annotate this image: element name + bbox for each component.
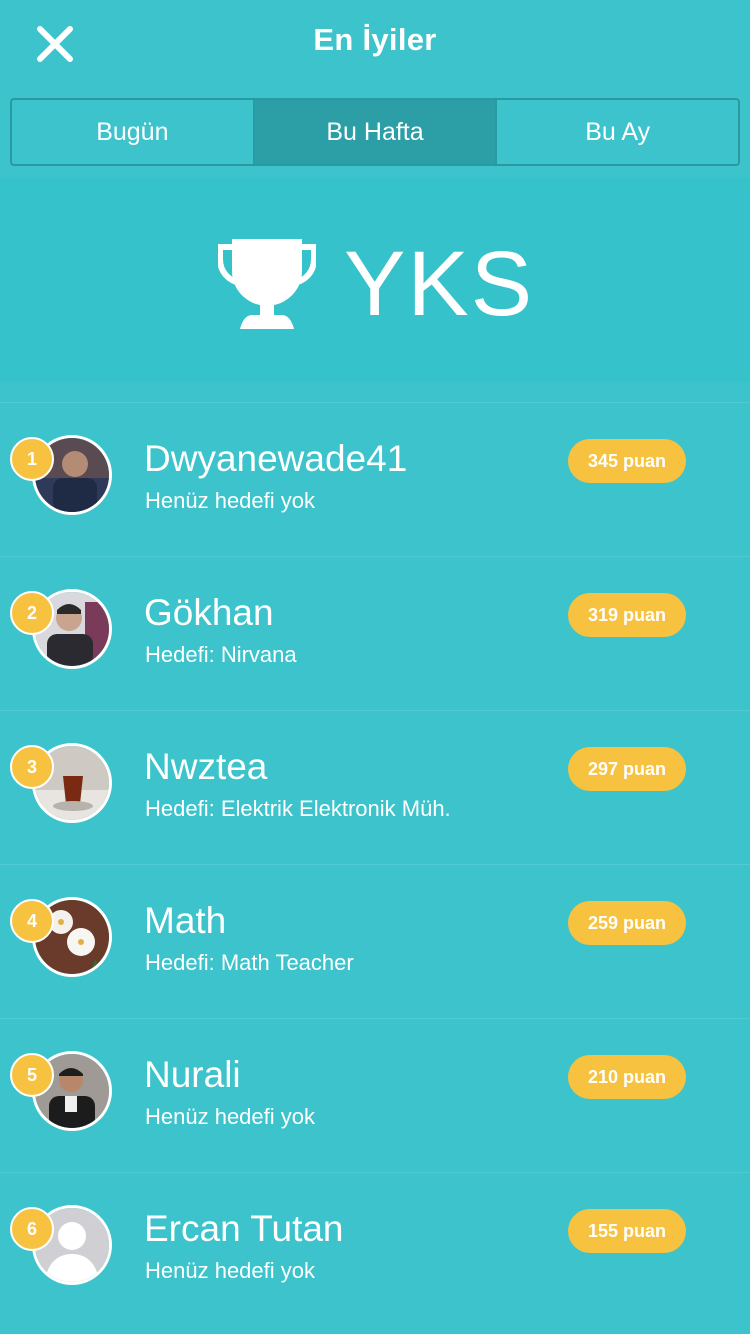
rank-badge: 2 [10,591,54,635]
score-badge: 297 puan [568,747,686,791]
user-name: Nurali [144,1054,241,1095]
score-badge: 210 puan [568,1055,686,1099]
score-badge: 259 puan [568,901,686,945]
leaderboard-row[interactable]: 3 Nwztea Hedefi: Elektrik Elektronik Müh… [0,710,750,864]
leaderboard-list: 1 Dwyanewade41 Henüz hedefi yok 345 puan… [0,402,750,1326]
user-name: Ercan Tutan [144,1208,344,1249]
score-badge: 155 puan [568,1209,686,1253]
user-goal: Henüz hedefi yok [145,1258,315,1283]
page-title: En İyiler [313,22,437,57]
rank-badge: 1 [10,437,54,481]
leaderboard-row[interactable]: 5 Nurali Henüz hedefi yok 210 puan [0,1018,750,1172]
user-goal: Hedefi: Elektrik Elektronik Müh. [145,796,451,821]
user-name: Gökhan [144,592,274,633]
user-name: Nwztea [144,746,268,787]
user-name: Math [144,900,227,941]
score-badge: 345 puan [568,439,686,483]
category-title: YKS [344,233,535,335]
rank-badge: 6 [10,1207,54,1251]
trophy-icon [217,237,317,333]
user-goal: Hedefi: Nirvana [145,642,297,667]
leaderboard-row[interactable]: 6 Ercan Tutan Henüz hedefi yok 155 puan [0,1172,750,1326]
tab-this-week[interactable]: Bu Hafta [252,100,496,164]
leaderboard-row[interactable]: 1 Dwyanewade41 Henüz hedefi yok 345 puan [0,402,750,556]
rank-badge: 3 [10,745,54,789]
rank-badge: 5 [10,1053,54,1097]
score-badge: 319 puan [568,593,686,637]
user-goal: Hedefi: Math Teacher [145,950,354,975]
leaderboard-row[interactable]: 4 Math Hedefi: Math Teacher 259 puan [0,864,750,1018]
leaderboard-row[interactable]: 2 Gökhan Hedefi: Nirvana 319 puan [0,556,750,710]
tab-today[interactable]: Bugün [12,100,253,164]
user-goal: Henüz hedefi yok [145,1104,315,1129]
user-goal: Henüz hedefi yok [145,488,315,513]
period-tabs: Bugün Bu Hafta Bu Ay [10,98,740,166]
top-bar: En İyiler [0,0,750,88]
rank-badge: 4 [10,899,54,943]
tab-this-month[interactable]: Bu Ay [495,100,738,164]
user-name: Dwyanewade41 [144,438,408,479]
